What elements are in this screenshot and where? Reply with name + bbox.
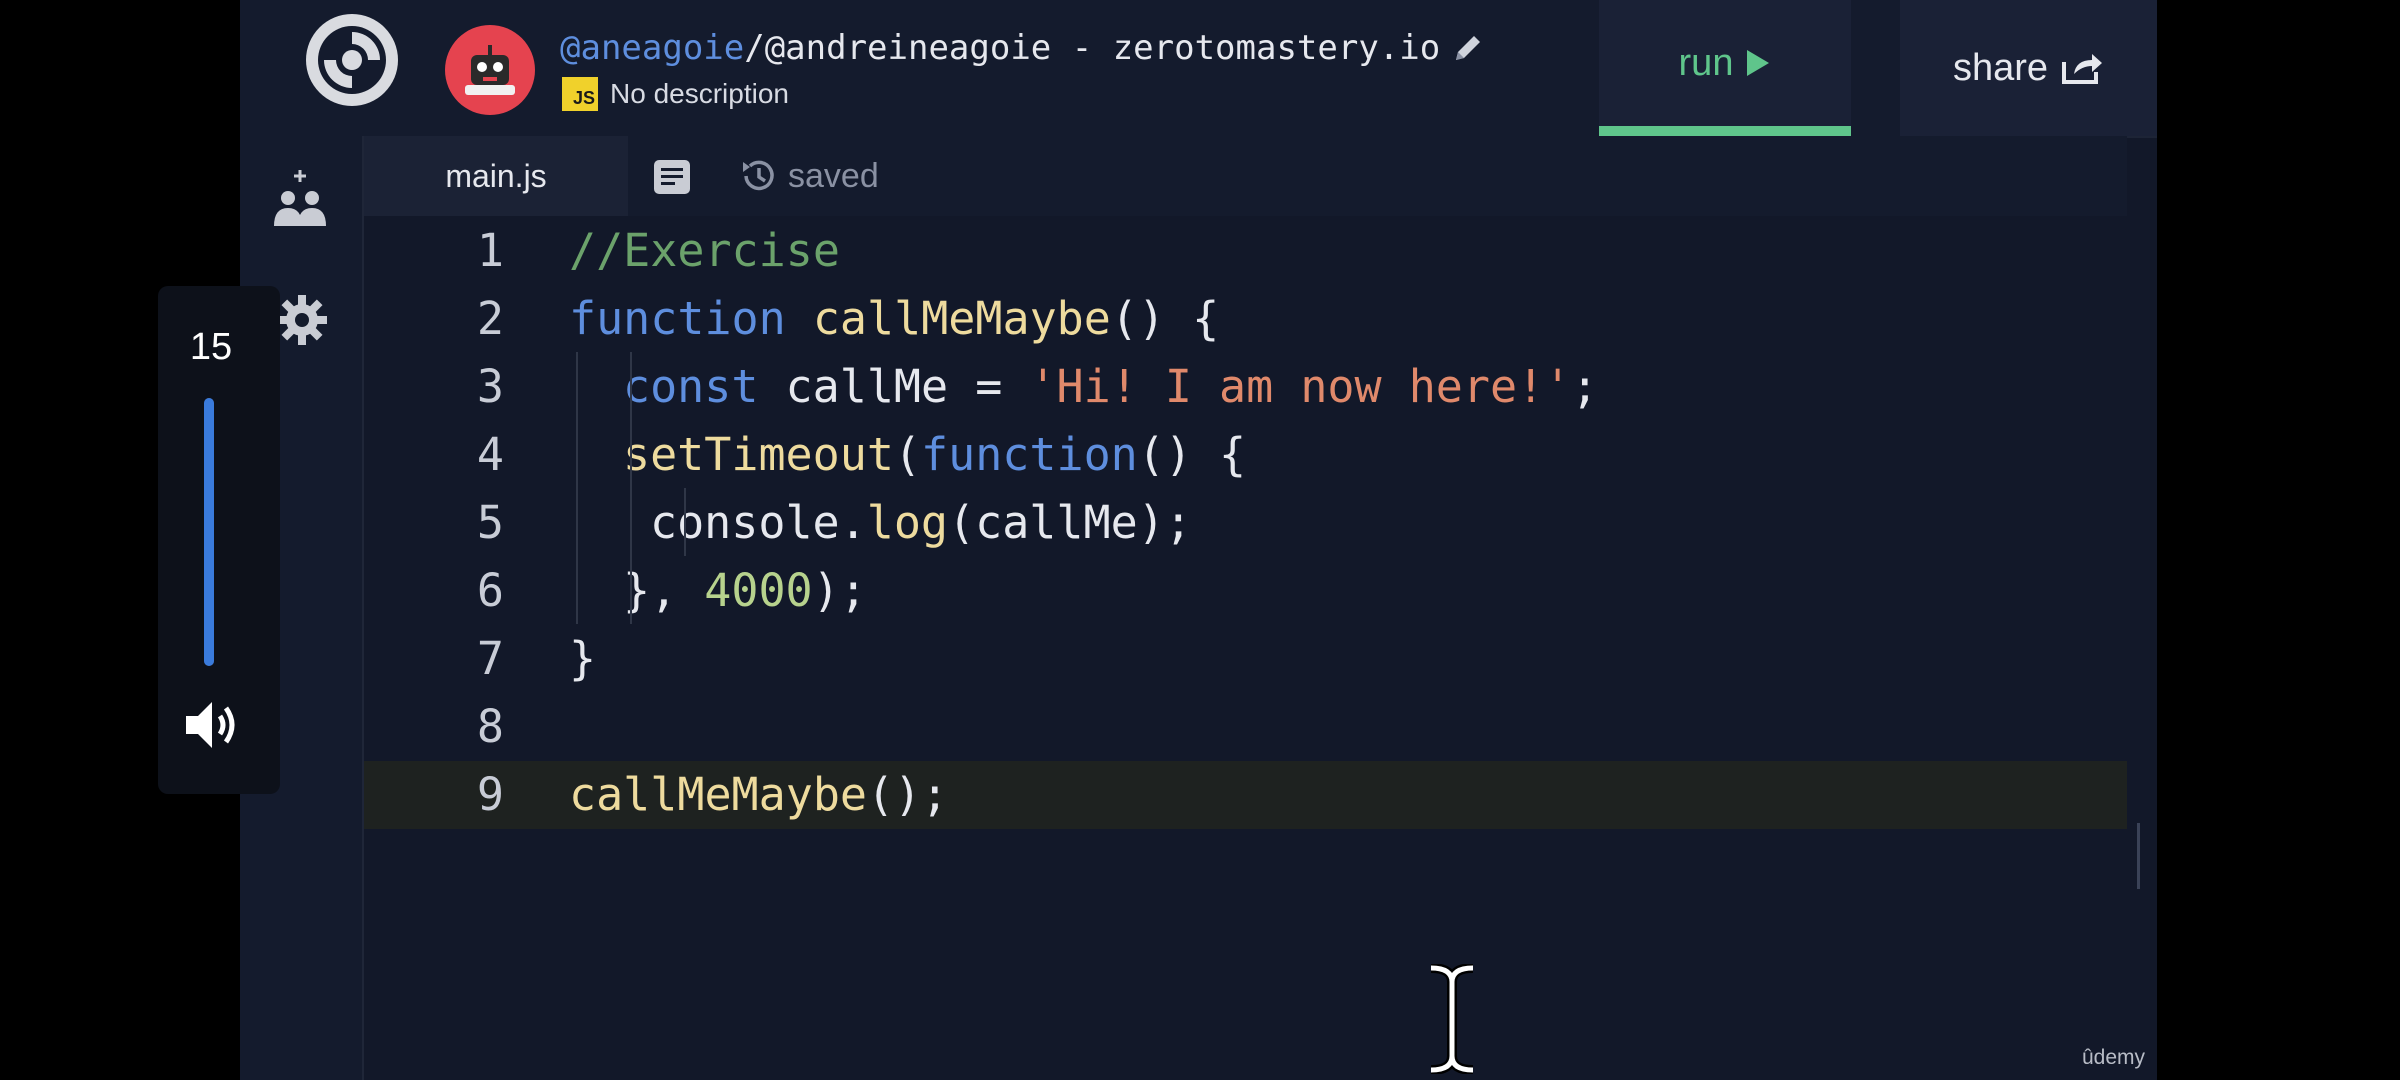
line-code: callMeMaybe(); xyxy=(569,768,948,821)
volume-slider-fill xyxy=(204,398,214,666)
line-number: 3 xyxy=(476,359,504,413)
repl-name: /@andreineagoie - zerotomastery.io xyxy=(744,28,1441,68)
header: @aneagoie /@andreineagoie - zerotomaster… xyxy=(240,0,2157,138)
code-line[interactable]: 6}, 4000); xyxy=(364,556,2064,624)
line-number: 6 xyxy=(476,563,504,617)
line-number: 7 xyxy=(476,631,504,685)
pencil-icon[interactable] xyxy=(1450,30,1486,66)
line-code: } xyxy=(569,632,596,685)
volume-value: 15 xyxy=(189,326,233,368)
code-token: () { xyxy=(1137,427,1247,481)
line-code: }, 4000); xyxy=(623,564,867,617)
share-button[interactable]: share xyxy=(1900,0,2157,136)
code-token: const xyxy=(623,359,759,413)
play-icon xyxy=(1747,50,1770,76)
code-token: 4000 xyxy=(704,563,813,617)
code-token: console. xyxy=(650,495,867,549)
code-line[interactable]: 3 const callMe = 'Hi! I am now here!'; xyxy=(364,352,2064,420)
code-token: ); xyxy=(812,563,867,617)
scroll-position-mark xyxy=(2137,823,2140,889)
add-user-icon[interactable] xyxy=(268,168,332,232)
code-token: log xyxy=(866,495,949,549)
repl-window: @aneagoie /@andreineagoie - zerotomaster… xyxy=(240,0,2157,1080)
text-cursor-icon xyxy=(1430,964,1474,1074)
file-tab-bar: main.js saved xyxy=(364,136,2127,216)
tab-main-js-label: main.js xyxy=(445,157,547,194)
code-line[interactable]: 4 setTimeout(function() { xyxy=(364,420,2064,488)
share-icon xyxy=(2062,54,2103,84)
tab-main-js[interactable]: main.js xyxy=(364,136,628,216)
code-token: } xyxy=(569,631,597,685)
code-editor[interactable]: 1//Exercise 2 function callMeMaybe() {3 con… xyxy=(364,216,2127,1080)
code-token: callMeMaybe xyxy=(569,767,868,821)
volume-overlay: 15 xyxy=(158,286,280,794)
line-code: const callMe = 'Hi! I am now here!'; xyxy=(623,360,1598,413)
code-token: callMeMaybe xyxy=(812,291,1111,345)
line-code: console.log(callMe); xyxy=(650,496,1192,549)
code-token: () { xyxy=(1110,291,1220,345)
line-number: 4 xyxy=(476,427,504,481)
code-token: function xyxy=(569,291,786,345)
repl-title[interactable]: @aneagoie /@andreineagoie - zerotomaster… xyxy=(560,24,1486,72)
indent-guide xyxy=(684,488,686,556)
code-token: function xyxy=(921,427,1138,481)
line-code: //Exercise xyxy=(569,224,840,277)
code-token: ; xyxy=(1571,359,1599,413)
avatar[interactable] xyxy=(445,25,535,115)
code-token: (); xyxy=(867,767,949,821)
repl-logo-icon[interactable] xyxy=(302,10,402,110)
code-line[interactable]: 8 xyxy=(364,692,2064,760)
code-token: ( xyxy=(893,427,922,481)
description-line: JS No description xyxy=(562,74,789,114)
saved-label: saved xyxy=(788,156,879,195)
gear-icon[interactable] xyxy=(276,294,328,346)
code-token: 'Hi! I am now here!' xyxy=(1029,359,1572,413)
volume-slider[interactable] xyxy=(204,398,214,666)
description-text[interactable]: No description xyxy=(610,78,789,110)
code-line[interactable]: 2 function callMeMaybe() { xyxy=(364,284,2064,352)
code-token: }, xyxy=(623,563,705,617)
code-line[interactable]: 9 callMeMaybe(); xyxy=(364,760,2064,828)
code-line[interactable]: 1 //Exercise xyxy=(364,216,2064,284)
code-line[interactable]: 5 console.log(callMe); xyxy=(364,488,2064,556)
line-number: 5 xyxy=(476,495,504,549)
line-number: 1 xyxy=(476,223,504,277)
owner-username[interactable]: @aneagoie xyxy=(560,28,744,68)
line-code: function callMeMaybe() { xyxy=(569,292,1219,345)
indent-guide xyxy=(630,352,632,624)
js-language-badge: JS xyxy=(562,77,598,111)
robot-avatar-icon xyxy=(465,45,515,95)
document-icon[interactable] xyxy=(652,158,692,196)
share-label: share xyxy=(1952,46,2049,89)
speaker-icon[interactable] xyxy=(180,694,242,756)
line-code: setTimeout(function() { xyxy=(623,428,1246,481)
line-number: 9 xyxy=(476,767,504,821)
code-line[interactable]: 7} xyxy=(364,624,2064,692)
run-button[interactable]: run xyxy=(1599,0,1851,136)
history-icon xyxy=(743,160,774,191)
indent-guide xyxy=(576,352,578,624)
saved-status: saved xyxy=(738,136,879,216)
line-number: 8 xyxy=(476,699,504,753)
udemy-watermark: ûdemy xyxy=(2081,1046,2145,1069)
run-label: run xyxy=(1678,41,1734,84)
line-number: 2 xyxy=(476,291,504,345)
code-token: (callMe); xyxy=(948,495,1192,549)
code-token: setTimeout xyxy=(623,427,894,481)
code-token: callMe = xyxy=(758,359,1030,413)
code-token: //Exercise xyxy=(569,223,840,277)
